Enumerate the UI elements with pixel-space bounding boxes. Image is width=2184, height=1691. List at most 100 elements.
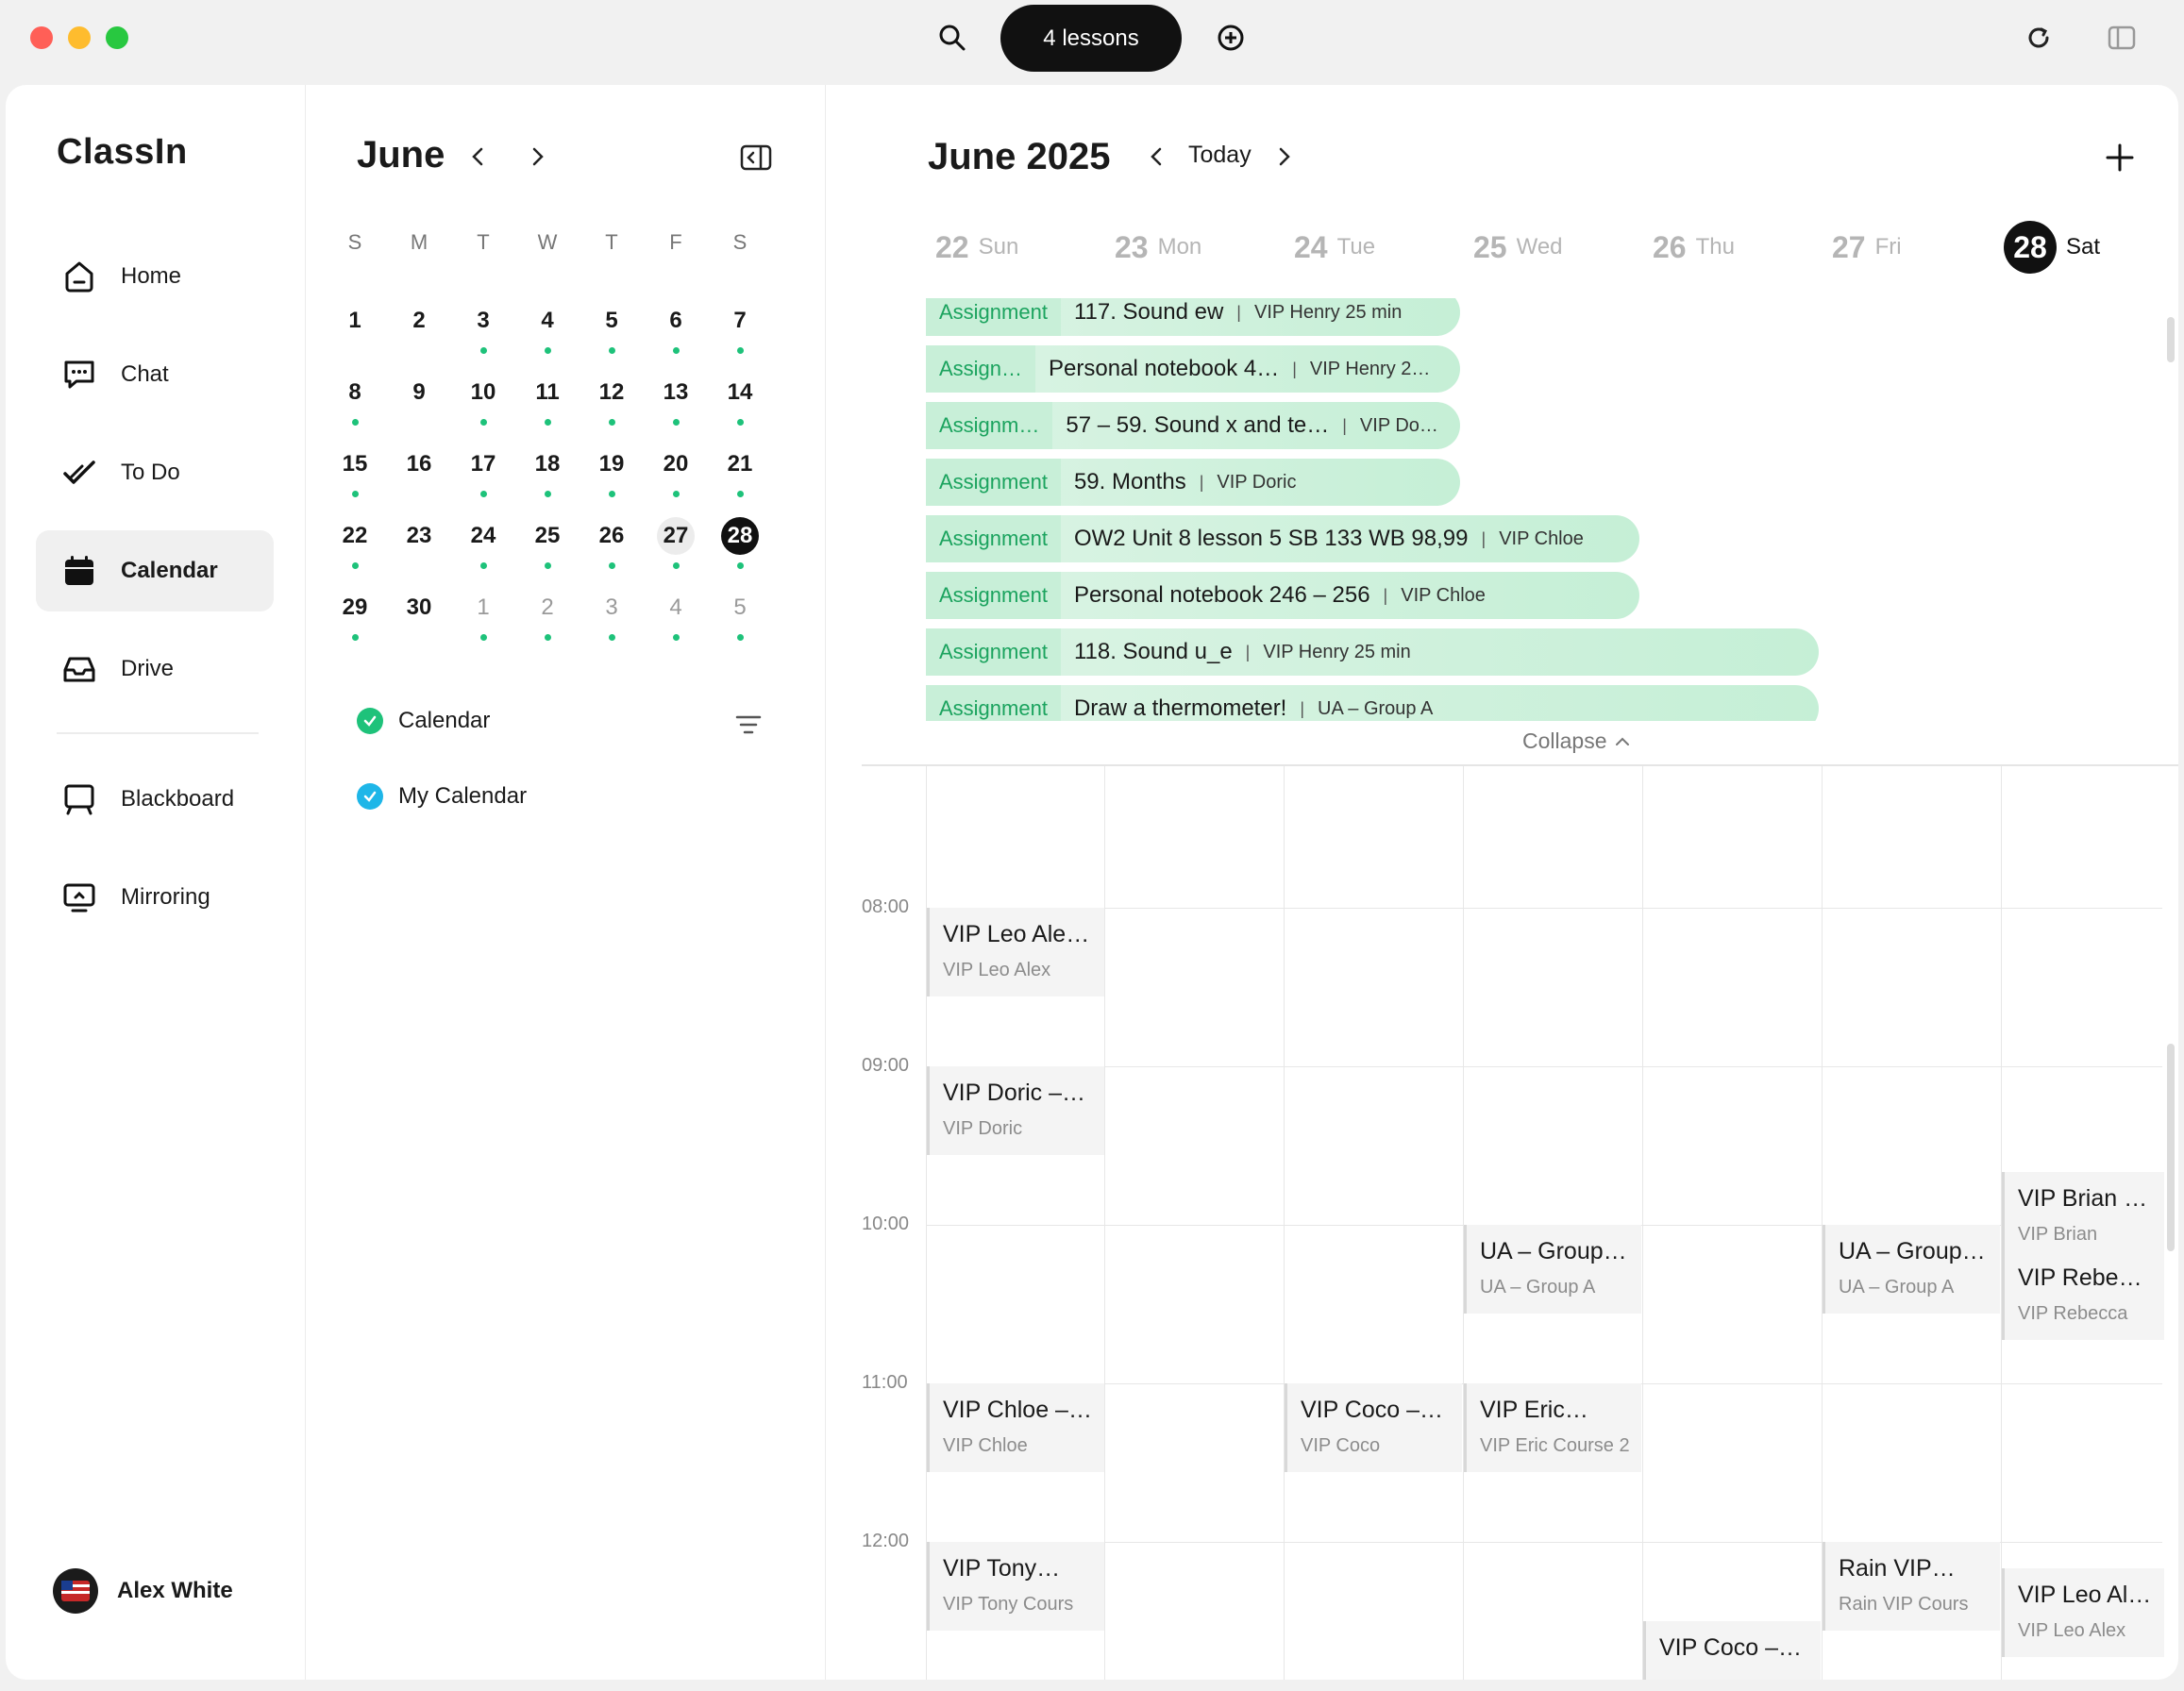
- checkmark-icon[interactable]: [357, 783, 383, 810]
- day-header[interactable]: 24 Tue: [1294, 219, 1375, 276]
- close-window-button[interactable]: [30, 26, 53, 49]
- minimize-window-button[interactable]: [68, 26, 91, 49]
- maximize-window-button[interactable]: [106, 26, 128, 49]
- collapse-panel-icon[interactable]: [740, 143, 772, 172]
- assignment-bar[interactable]: Assignm… 57 – 59. Sound x and te… | VIP Do…: [926, 402, 1460, 449]
- sidebar-item-calendar[interactable]: Calendar: [36, 530, 274, 611]
- day-header-number: 24: [1294, 229, 1328, 264]
- day-header[interactable]: 22 Sun: [935, 219, 1018, 276]
- day-cell[interactable]: 19: [580, 442, 644, 513]
- day-cell[interactable]: 18: [515, 442, 580, 513]
- event-block[interactable]: VIP Tony… VIP Tony Cours: [927, 1542, 1104, 1631]
- day-cell[interactable]: 1: [323, 298, 387, 370]
- day-cell[interactable]: 30: [387, 585, 451, 657]
- assignment-bar[interactable]: Assignment Draw a thermometer! | UA – Group…: [926, 685, 1819, 721]
- sidebar-item-chat[interactable]: Chat: [36, 334, 274, 415]
- day-cell[interactable]: 7: [708, 298, 772, 370]
- event-block[interactable]: VIP Leo Ale… VIP Leo Alex: [927, 908, 1104, 996]
- sidebar-item-todo[interactable]: To Do: [36, 432, 274, 513]
- event-block[interactable]: VIP Doric –… VIP Doric: [927, 1066, 1104, 1155]
- day-cell[interactable]: 15: [323, 442, 387, 513]
- sidebar-item-home[interactable]: Home: [36, 236, 274, 317]
- prev-month-icon[interactable]: [462, 142, 493, 172]
- event-subtitle: VIP Eric Course 2: [1480, 1435, 1630, 1456]
- day-header[interactable]: 26 Thu: [1653, 219, 1735, 276]
- day-cell[interactable]: 25: [515, 513, 580, 585]
- day-cell[interactable]: 1: [451, 585, 515, 657]
- day-cell[interactable]: 9: [387, 370, 451, 442]
- assignment-bar[interactable]: Assignment 118. Sound u_e | VIP Henry 25 mi…: [926, 628, 1819, 676]
- day-cell[interactable]: 17: [451, 442, 515, 513]
- assignment-title: OW2 Unit 8 lesson 5 SB 133 WB 98,99: [1073, 526, 1469, 551]
- day-cell[interactable]: 12: [580, 370, 644, 442]
- day-header[interactable]: 25 Wed: [1473, 219, 1563, 276]
- day-cell[interactable]: 14: [708, 370, 772, 442]
- day-cell[interactable]: 28: [708, 513, 772, 585]
- day-cell[interactable]: 8: [323, 370, 387, 442]
- refresh-icon[interactable]: [2020, 19, 2058, 57]
- event-block[interactable]: VIP Coco –…: [1643, 1621, 1821, 1680]
- search-icon[interactable]: [933, 19, 971, 57]
- prev-week-icon[interactable]: [1141, 142, 1171, 172]
- sidebar-item-mirroring[interactable]: Mirroring: [36, 857, 274, 938]
- day-cell[interactable]: 10: [451, 370, 515, 442]
- assignment-bar[interactable]: Assignment OW2 Unit 8 lesson 5 SB 133 WB …: [926, 515, 1639, 562]
- all-day-scrollbar[interactable]: [2167, 317, 2175, 362]
- add-event-icon[interactable]: [2100, 138, 2140, 177]
- day-number: 24: [470, 523, 496, 548]
- day-cell[interactable]: 4: [515, 298, 580, 370]
- day-cell[interactable]: 23: [387, 513, 451, 585]
- day-cell[interactable]: 4: [644, 585, 708, 657]
- mini-calendar-month: June: [357, 134, 445, 176]
- event-block[interactable]: VIP Chloe –… VIP Chloe: [927, 1383, 1104, 1472]
- sidebar-toggle-icon[interactable]: [2103, 19, 2141, 57]
- next-month-icon[interactable]: [523, 142, 553, 172]
- day-cell[interactable]: 27: [644, 513, 708, 585]
- day-cell[interactable]: 3: [451, 298, 515, 370]
- checkmark-icon[interactable]: [357, 708, 383, 734]
- assignment-bar[interactable]: Assignment 117. Sound ew | VIP Henry 25 min: [926, 298, 1460, 336]
- collapse-button[interactable]: Collapse: [1522, 728, 1630, 754]
- home-icon: [60, 258, 98, 295]
- event-block[interactable]: UA – Group… UA – Group A: [1464, 1225, 1641, 1314]
- day-cell[interactable]: 2: [515, 585, 580, 657]
- event-block[interactable]: VIP Leo Ale… VIP Leo Alex: [2002, 1568, 2164, 1657]
- event-block[interactable]: VIP Coco –… VIP Coco: [1285, 1383, 1462, 1472]
- sidebar-item-blackboard[interactable]: Blackboard: [36, 759, 274, 840]
- day-cell[interactable]: 5: [580, 298, 644, 370]
- day-cell[interactable]: 24: [451, 513, 515, 585]
- lessons-pill-button[interactable]: 4 lessons: [1000, 5, 1182, 72]
- calendar-list-item[interactable]: Calendar: [357, 708, 490, 734]
- day-cell[interactable]: 5: [708, 585, 772, 657]
- day-header[interactable]: 23 Mon: [1115, 219, 1201, 276]
- grid-scrollbar[interactable]: [2167, 1044, 2175, 1251]
- next-week-icon[interactable]: [1269, 142, 1300, 172]
- event-block[interactable]: VIP Rebecc… VIP Rebecca: [2002, 1251, 2164, 1340]
- add-circle-icon[interactable]: [1212, 19, 1250, 57]
- day-cell[interactable]: 26: [580, 513, 644, 585]
- day-cell[interactable]: 6: [644, 298, 708, 370]
- day-header[interactable]: 28 Sat: [2004, 219, 2100, 276]
- day-cell[interactable]: 20: [644, 442, 708, 513]
- calendar-list-item[interactable]: My Calendar: [357, 783, 527, 810]
- event-block[interactable]: VIP Eric… VIP Eric Course 2: [1464, 1383, 1641, 1472]
- event-block[interactable]: Rain VIP… Rain VIP Cours: [1823, 1542, 2000, 1631]
- today-button[interactable]: Today: [1188, 142, 1252, 169]
- event-block[interactable]: UA – Group… UA – Group A: [1823, 1225, 2000, 1314]
- day-cell[interactable]: 22: [323, 513, 387, 585]
- day-cell[interactable]: 21: [708, 442, 772, 513]
- assignment-bar[interactable]: Assignment 59. Months | VIP Doric: [926, 459, 1460, 506]
- day-cell[interactable]: 16: [387, 442, 451, 513]
- sidebar-item-drive[interactable]: Drive: [36, 628, 274, 710]
- event-block[interactable]: VIP Brian – 6: VIP Brian: [2002, 1172, 2164, 1261]
- assignment-bar[interactable]: Assignment Personal notebook 246 – 256 | VI…: [926, 572, 1639, 619]
- day-header[interactable]: 27 Fri: [1832, 219, 1902, 276]
- day-cell[interactable]: 13: [644, 370, 708, 442]
- day-cell[interactable]: 3: [580, 585, 644, 657]
- day-cell[interactable]: 2: [387, 298, 451, 370]
- user-profile[interactable]: Alex White: [53, 1568, 233, 1614]
- day-cell[interactable]: 29: [323, 585, 387, 657]
- day-cell[interactable]: 11: [515, 370, 580, 442]
- filter-icon[interactable]: [734, 713, 763, 736]
- assignment-bar[interactable]: Assign… Personal notebook 4… | VIP Henry 2…: [926, 345, 1460, 393]
